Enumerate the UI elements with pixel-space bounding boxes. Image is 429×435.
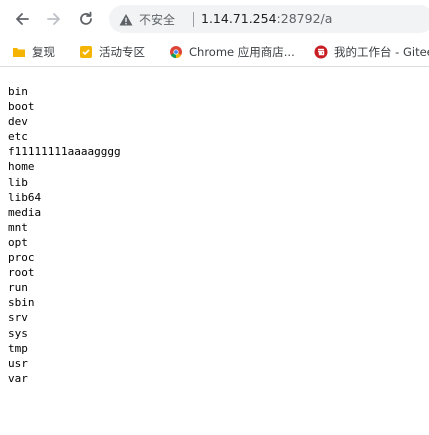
back-button[interactable] xyxy=(12,9,32,29)
list-item: f11111111aaaagggg xyxy=(8,145,121,159)
yellow-square-icon xyxy=(79,45,93,59)
list-item: lib64 xyxy=(8,190,42,204)
bookmark-label: 活动专区 xyxy=(99,45,145,59)
bookmark-huodong[interactable]: 活动专区 xyxy=(79,43,145,61)
bookmark-label: Chrome 应用商店... xyxy=(189,45,295,59)
security-status-label[interactable]: 不安全 xyxy=(139,11,175,28)
warning-triangle-icon[interactable] xyxy=(119,12,133,26)
chrome-icon xyxy=(169,45,183,59)
list-item: bin xyxy=(8,85,28,98)
directory-listing: bin boot dev etc f11111111aaaagggg home … xyxy=(8,84,121,386)
list-item: var xyxy=(8,371,28,385)
arrow-left-icon xyxy=(14,11,30,27)
omnibox-divider xyxy=(193,12,194,27)
list-item: media xyxy=(8,205,42,219)
list-item: root xyxy=(8,266,35,280)
list-item: etc xyxy=(8,130,28,144)
arrow-right-icon xyxy=(46,11,62,27)
reload-icon xyxy=(78,11,94,27)
list-item: srv xyxy=(8,311,28,325)
list-item: sys xyxy=(8,326,28,340)
list-item: tmp xyxy=(8,341,28,355)
bookmark-chrome-store[interactable]: Chrome 应用商店... xyxy=(169,43,295,61)
list-item: run xyxy=(8,281,28,295)
bookmark-gitee[interactable]: 我的工作台 - Gitee xyxy=(314,43,429,61)
url-path: :28792/a xyxy=(276,11,333,26)
gitee-icon xyxy=(314,45,328,59)
bookmark-folder-fuxian[interactable]: 复现 xyxy=(12,43,55,61)
list-item: dev xyxy=(8,115,28,129)
browser-toolbar: 不安全 1.14.71.254:28792/a xyxy=(0,0,429,38)
list-item: sbin xyxy=(8,296,35,310)
address-bar[interactable]: 不安全 1.14.71.254:28792/a xyxy=(109,5,429,33)
bookmark-label: 复现 xyxy=(32,45,55,59)
list-item: lib xyxy=(8,175,28,189)
list-item: mnt xyxy=(8,220,28,234)
bookmark-label: 我的工作台 - Gitee xyxy=(334,45,429,59)
url-text[interactable]: 1.14.71.254:28792/a xyxy=(201,11,332,26)
list-item: proc xyxy=(8,251,35,265)
folder-icon xyxy=(12,45,26,59)
url-host: 1.14.71.254 xyxy=(201,11,277,26)
list-item: home xyxy=(8,160,35,174)
reload-button[interactable] xyxy=(76,9,96,29)
bookmarks-bar: 复现 活动专区 Chrome 应用商店... 我的工作台 - Gitee xyxy=(0,38,429,67)
list-item: boot xyxy=(8,100,35,114)
forward-button[interactable] xyxy=(44,9,64,29)
list-item: usr xyxy=(8,356,28,370)
list-item: opt xyxy=(8,235,28,249)
